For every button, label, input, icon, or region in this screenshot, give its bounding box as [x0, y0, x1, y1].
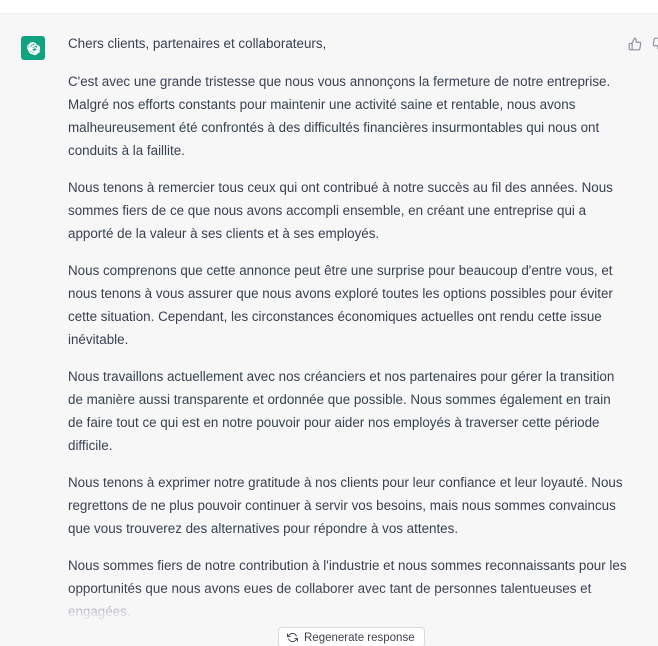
thumbs-down-button[interactable] [652, 37, 658, 51]
message-paragraph: C'est avec une grande tristesse que nous… [68, 74, 611, 158]
message-paragraph: Nous comprenons que cette annonce peut ê… [68, 263, 613, 347]
thumbs-up-button[interactable] [628, 37, 642, 51]
assistant-avatar [21, 36, 45, 60]
message-paragraph: Nous tenons à remercier tous ceux qui on… [68, 180, 613, 241]
message-paragraph: Nous tenons à exprimer notre gratitude à… [68, 475, 623, 536]
message-paragraph: Nous sommes fiers de notre contribution … [68, 558, 627, 619]
message-feedback-actions [628, 34, 658, 54]
thumbs-up-icon [628, 37, 642, 51]
assistant-message: Chers clients, partenaires et collaborat… [0, 13, 658, 646]
chat-top-spacer [0, 0, 658, 13]
thumbs-down-icon [652, 37, 658, 50]
message-paragraph: Chers clients, partenaires et collaborat… [68, 36, 327, 51]
regenerate-response-label: Regenerate response [304, 631, 415, 644]
regenerate-response-button[interactable]: Regenerate response [278, 627, 425, 646]
refresh-icon [287, 632, 298, 643]
openai-logo-icon [26, 41, 40, 55]
message-paragraph: Nous travaillons actuellement avec nos c… [68, 369, 615, 453]
message-content: Chers clients, partenaires et collaborat… [68, 32, 628, 637]
